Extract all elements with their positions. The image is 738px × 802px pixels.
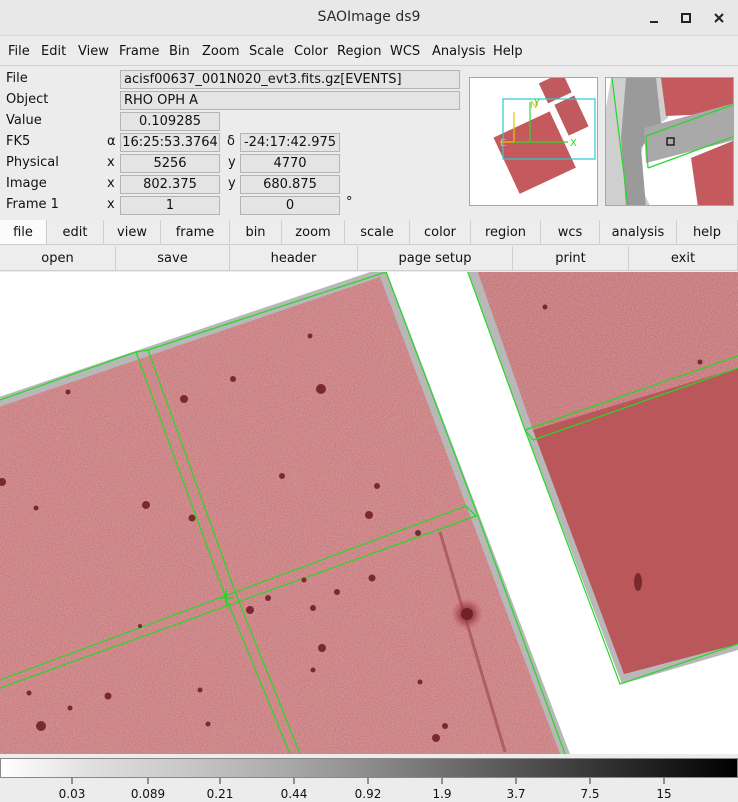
btn-scale[interactable]: scale — [345, 220, 410, 245]
btn-save[interactable]: save — [116, 246, 230, 271]
colorbar-ticks — [71, 778, 665, 784]
menu-color[interactable]: Color — [294, 44, 328, 59]
magnifier — [605, 77, 734, 206]
object-label: Object — [6, 92, 49, 107]
btn-edit[interactable]: edit — [47, 220, 104, 245]
btn-help[interactable]: help — [677, 220, 738, 245]
menu-help[interactable]: Help — [493, 44, 523, 59]
btn-frame[interactable]: frame — [161, 220, 230, 245]
btn-zoom[interactable]: zoom — [282, 220, 345, 245]
physical-y-letter: y — [228, 155, 236, 170]
btn-file[interactable]: file — [0, 220, 47, 245]
colorbar-label: 15 — [656, 787, 672, 801]
menu-wcs[interactable]: WCS — [390, 44, 420, 59]
file-field: acisf00637_001N020_evt3.fits.gz[EVENTS] — [120, 70, 460, 89]
object-field: RHO OPH A — [120, 91, 460, 110]
panner-compass-e: E — [500, 138, 506, 149]
colorbar-label: 3.7 — [506, 787, 526, 801]
colorbar-label: 0.089 — [130, 787, 166, 801]
alpha-symbol: α — [107, 134, 116, 149]
btn-exit[interactable]: exit — [629, 246, 738, 271]
menu-analysis[interactable]: Analysis — [432, 44, 486, 59]
physical-y-field: 4770 — [240, 154, 340, 173]
image-x-field: 802.375 — [120, 175, 220, 194]
frame-x-letter: x — [107, 197, 115, 212]
menu-view[interactable]: View — [78, 44, 109, 59]
info-panel: File Object Value FK5 Physical Image Fra… — [0, 67, 738, 219]
menu-edit[interactable]: Edit — [41, 44, 66, 59]
btn-print[interactable]: print — [513, 246, 629, 271]
btn-analysis[interactable]: analysis — [600, 220, 677, 245]
buttonbar-top: file edit view frame bin zoom scale colo… — [0, 220, 738, 246]
menu-scale[interactable]: Scale — [249, 44, 284, 59]
close-icon[interactable] — [709, 8, 729, 28]
menu-bin[interactable]: Bin — [169, 44, 190, 59]
menu-frame[interactable]: Frame — [119, 44, 160, 59]
window-title: SAOImage ds9 — [317, 9, 421, 25]
panner[interactable]: N E X Y — [469, 77, 598, 206]
btn-header[interactable]: header — [230, 246, 358, 271]
colorbar-label: 1.9 — [432, 787, 452, 801]
physical-x-field: 5256 — [120, 154, 220, 173]
colorbar-label: 0.21 — [206, 787, 234, 801]
colorbar-label: 0.44 — [280, 787, 308, 801]
frame-angle-field: 0 — [240, 196, 340, 215]
image-display[interactable] — [0, 272, 738, 754]
btn-bin[interactable]: bin — [230, 220, 282, 245]
btn-color[interactable]: color — [410, 220, 471, 245]
file-label: File — [6, 71, 28, 86]
physical-label: Physical — [6, 155, 59, 170]
menu-zoom[interactable]: Zoom — [202, 44, 239, 59]
frame-label: Frame 1 — [6, 197, 59, 212]
degree-symbol: ° — [346, 195, 353, 210]
bright-source — [461, 608, 473, 620]
fk5-delta-field: -24:17:42.975 — [240, 133, 340, 152]
colorbar-label: 0.03 — [58, 787, 86, 801]
image-y-letter: y — [228, 176, 236, 191]
panner-compass-y: Y — [533, 98, 541, 109]
fk5-alpha-field: 16:25:53.3764 — [120, 133, 220, 152]
fk5-label: FK5 — [6, 134, 31, 149]
maximize-icon[interactable] — [676, 8, 696, 28]
panner-compass-x: X — [570, 138, 577, 149]
physical-x-letter: x — [107, 155, 115, 170]
buttonbar-bottom: open save header page setup print exit — [0, 246, 738, 272]
btn-open[interactable]: open — [0, 246, 116, 271]
value-field: 0.109285 — [120, 112, 220, 131]
btn-wcs[interactable]: wcs — [541, 220, 600, 245]
menu-bar: File Edit View Frame Bin Zoom Scale Colo… — [0, 38, 738, 66]
colorbar[interactable] — [0, 758, 738, 778]
delta-symbol: δ — [227, 134, 235, 149]
colorbar-label: 7.5 — [580, 787, 600, 801]
value-label: Value — [6, 113, 42, 128]
menu-region[interactable]: Region — [337, 44, 382, 59]
image-y-field: 680.875 — [240, 175, 340, 194]
title-bar: SAOImage ds9 — [0, 0, 738, 36]
image-label: Image — [6, 176, 47, 191]
image-x-letter: x — [107, 176, 115, 191]
menu-file[interactable]: File — [8, 44, 30, 59]
colorbar-label: 0.92 — [354, 787, 382, 801]
frame-zoom-field: 1 — [120, 196, 220, 215]
panner-chip-right — [554, 95, 589, 136]
minimize-icon[interactable] — [644, 8, 664, 28]
btn-region[interactable]: region — [471, 220, 541, 245]
btn-view[interactable]: view — [104, 220, 161, 245]
btn-page-setup[interactable]: page setup — [358, 246, 513, 271]
